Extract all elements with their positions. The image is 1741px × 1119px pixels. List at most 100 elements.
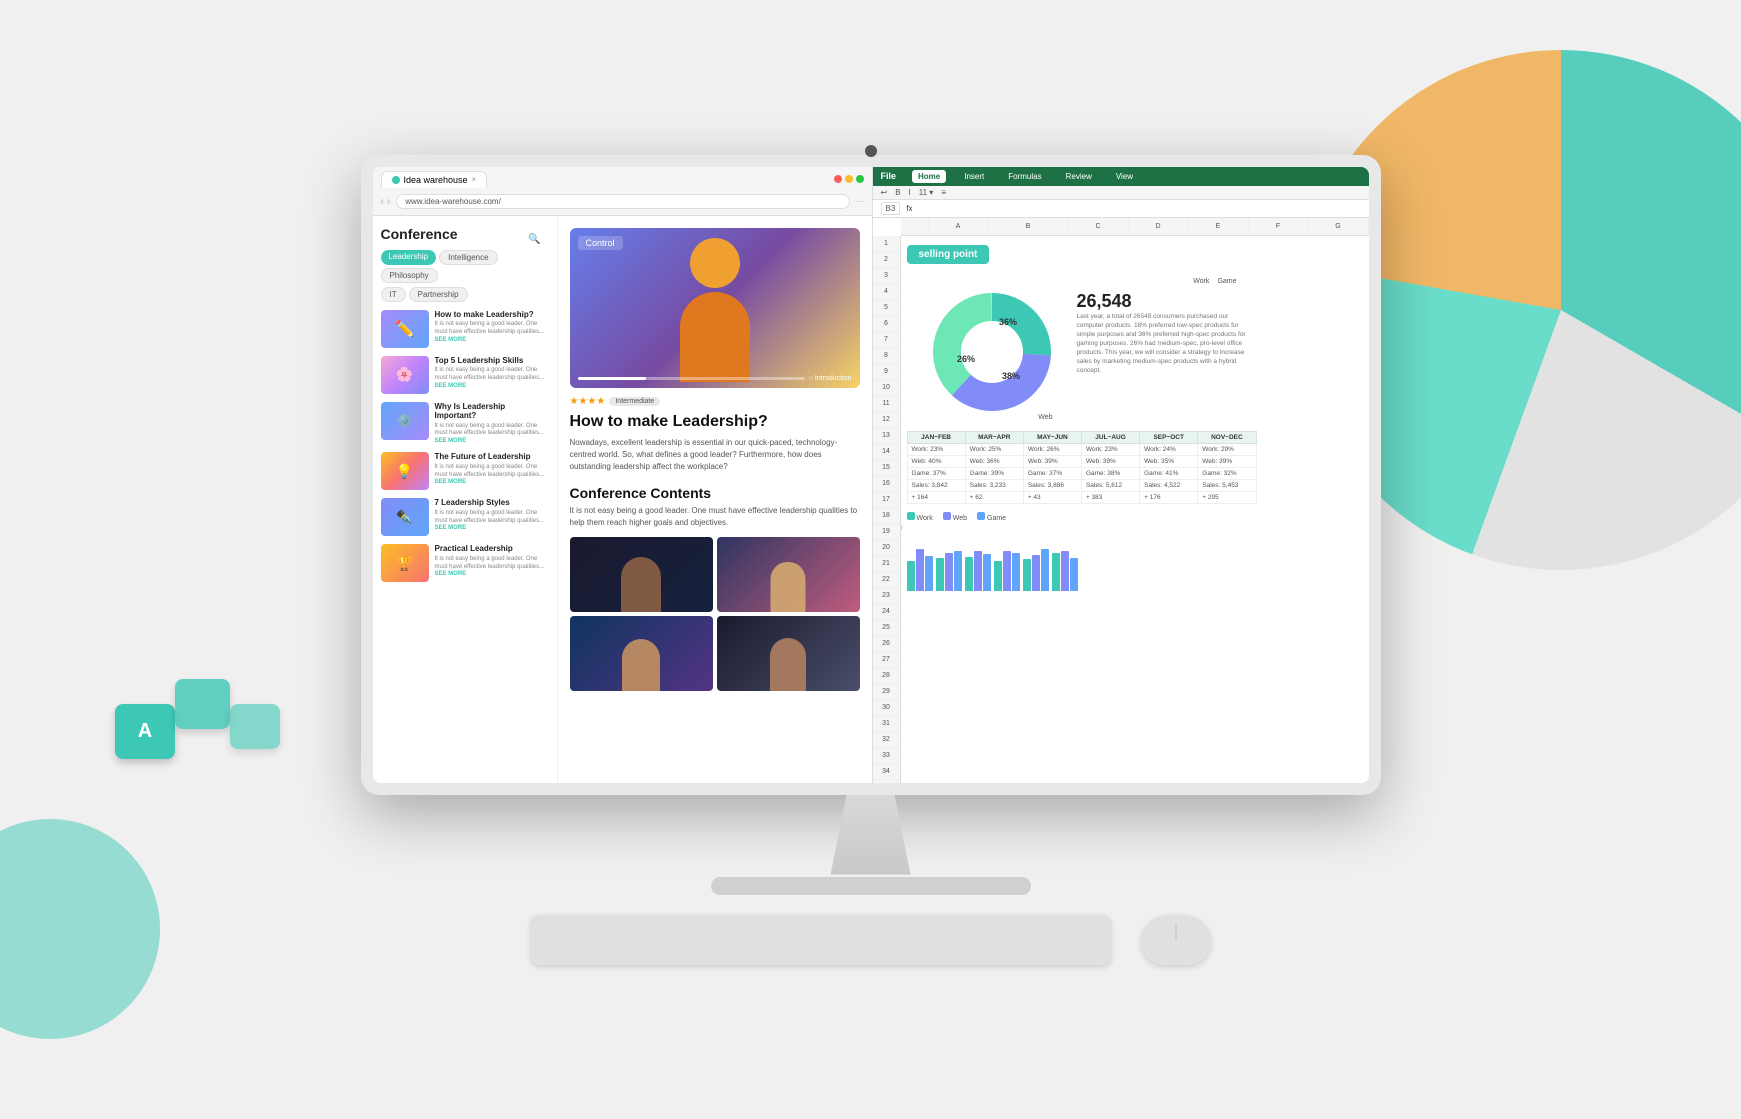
ribbon-tab-review[interactable]: Review [1060,170,1098,183]
row-1[interactable]: 1 [873,236,900,252]
cell[interactable]: Game: 38% [1081,467,1139,479]
ribbon-tab-insert[interactable]: Insert [958,170,990,183]
col-a[interactable]: A [929,218,989,235]
close-button[interactable] [834,175,842,183]
cell[interactable]: + 62 [965,491,1023,503]
list-item[interactable]: ✏️ How to make Leadership? It is not eas… [381,310,549,348]
cell[interactable]: Web: 36% [965,455,1023,467]
cell[interactable]: Sales: 5,612 [1081,479,1139,491]
toolbar-undo[interactable]: ↩ [881,188,888,197]
see-more-5[interactable]: SEE MORE [435,525,549,531]
cell[interactable]: Work: 23% [1081,443,1139,455]
row-35[interactable]: 35 [873,780,900,783]
ribbon-tab-home[interactable]: Home [912,170,946,183]
ribbon-tab-formulas[interactable]: Formulas [1002,170,1047,183]
row-10[interactable]: 10 [873,380,900,396]
row-6[interactable]: 6 [873,316,900,332]
cell[interactable]: + 176 [1140,491,1198,503]
row-29[interactable]: 29 [873,684,900,700]
col-g[interactable]: G [1309,218,1369,235]
maximize-button[interactable] [856,175,864,183]
cell[interactable]: Web: 40% [907,455,965,467]
col-d[interactable]: D [1129,218,1189,235]
tab-close-button[interactable]: × [472,175,477,184]
row-32[interactable]: 32 [873,732,900,748]
cell[interactable]: Work: 24% [1140,443,1198,455]
see-more-1[interactable]: SEE MORE [435,337,549,343]
keyboard[interactable] [531,915,1111,965]
cell[interactable]: Game: 32% [1198,467,1256,479]
ribbon-tab-view[interactable]: View [1110,170,1139,183]
cell[interactable]: + 43 [1023,491,1081,503]
cell[interactable]: Game: 41% [1140,467,1198,479]
cell[interactable]: Sales: 5,453 [1198,479,1256,491]
row-24[interactable]: 24 [873,604,900,620]
cell-reference[interactable]: B3 [881,202,901,215]
row-3[interactable]: 3 [873,268,900,284]
cell[interactable]: Web: 35% [1140,455,1198,467]
toolbar-italic[interactable]: I [909,188,911,197]
cell[interactable]: Work: 25% [965,443,1023,455]
row-31[interactable]: 31 [873,716,900,732]
toolbar-align[interactable]: ≡ [941,188,946,197]
filter-partnership[interactable]: Partnership [409,287,468,302]
filter-leadership[interactable]: Leadership [381,250,437,265]
cell[interactable]: Game: 37% [1023,467,1081,479]
cell[interactable]: Game: 39% [965,467,1023,479]
row-34[interactable]: 34 [873,764,900,780]
row-8[interactable]: 8 [873,348,900,364]
see-more-6[interactable]: SEE MORE [435,571,549,577]
browser-tab[interactable]: Idea warehouse × [381,171,488,188]
row-30[interactable]: 30 [873,700,900,716]
row-18[interactable]: 18 [873,508,900,524]
row-12[interactable]: 12 [873,412,900,428]
see-more-3[interactable]: SEE MORE [435,438,549,444]
col-b[interactable]: B [989,218,1069,235]
cell[interactable]: Sales: 3,886 [1023,479,1081,491]
forward-button[interactable]: › [387,196,390,207]
cell[interactable]: + 164 [907,491,965,503]
cell[interactable]: Sales: 3,842 [907,479,965,491]
list-item[interactable]: 🌸 Top 5 Leadership Skills It is not easy… [381,356,549,394]
row-2[interactable]: 2 [873,252,900,268]
see-more-4[interactable]: SEE MORE [435,479,549,485]
cell[interactable]: Game: 37% [907,467,965,479]
mouse[interactable] [1141,915,1211,965]
toolbar-font-size[interactable]: 11 ▾ [919,188,934,197]
row-28[interactable]: 28 [873,668,900,684]
cell[interactable]: Web: 39% [1081,455,1139,467]
cell[interactable]: Work: 23% [907,443,965,455]
cell[interactable]: Work: 26% [1023,443,1081,455]
cell[interactable]: Web: 39% [1198,455,1256,467]
row-4[interactable]: 4 [873,284,900,300]
row-23[interactable]: 23 [873,588,900,604]
row-20[interactable]: 20 [873,540,900,556]
filter-intelligence[interactable]: Intelligence [439,250,497,265]
col-e[interactable]: E [1189,218,1249,235]
row-5[interactable]: 5 [873,300,900,316]
cell[interactable]: Web: 39% [1023,455,1081,467]
url-input[interactable]: www.idea-warehouse.com/ [396,194,849,209]
row-15[interactable]: 15 [873,460,900,476]
cell[interactable]: Sales: 4,522 [1140,479,1198,491]
cell[interactable]: Work: 29% [1198,443,1256,455]
cell[interactable]: + 383 [1081,491,1139,503]
list-item[interactable]: 💡 The Future of Leadership It is not eas… [381,452,549,490]
row-17[interactable]: 17 [873,492,900,508]
minimize-button[interactable] [845,175,853,183]
row-33[interactable]: 33 [873,748,900,764]
row-22[interactable]: 22 [873,572,900,588]
row-19[interactable]: 19 [873,524,900,540]
row-9[interactable]: 9 [873,364,900,380]
back-button[interactable]: ‹ [381,196,384,207]
filter-philosophy[interactable]: Philosophy [381,268,438,283]
row-11[interactable]: 11 [873,396,900,412]
search-icon[interactable]: 🔍 [528,234,540,245]
toolbar-bold[interactable]: B [895,188,900,197]
row-7[interactable]: 7 [873,332,900,348]
list-item[interactable]: 🏆 Practical Leadership It is not easy be… [381,544,549,582]
video-progress-bar[interactable] [578,377,805,380]
row-13[interactable]: 13 [873,428,900,444]
row-16[interactable]: 16 [873,476,900,492]
row-25[interactable]: 25 [873,620,900,636]
